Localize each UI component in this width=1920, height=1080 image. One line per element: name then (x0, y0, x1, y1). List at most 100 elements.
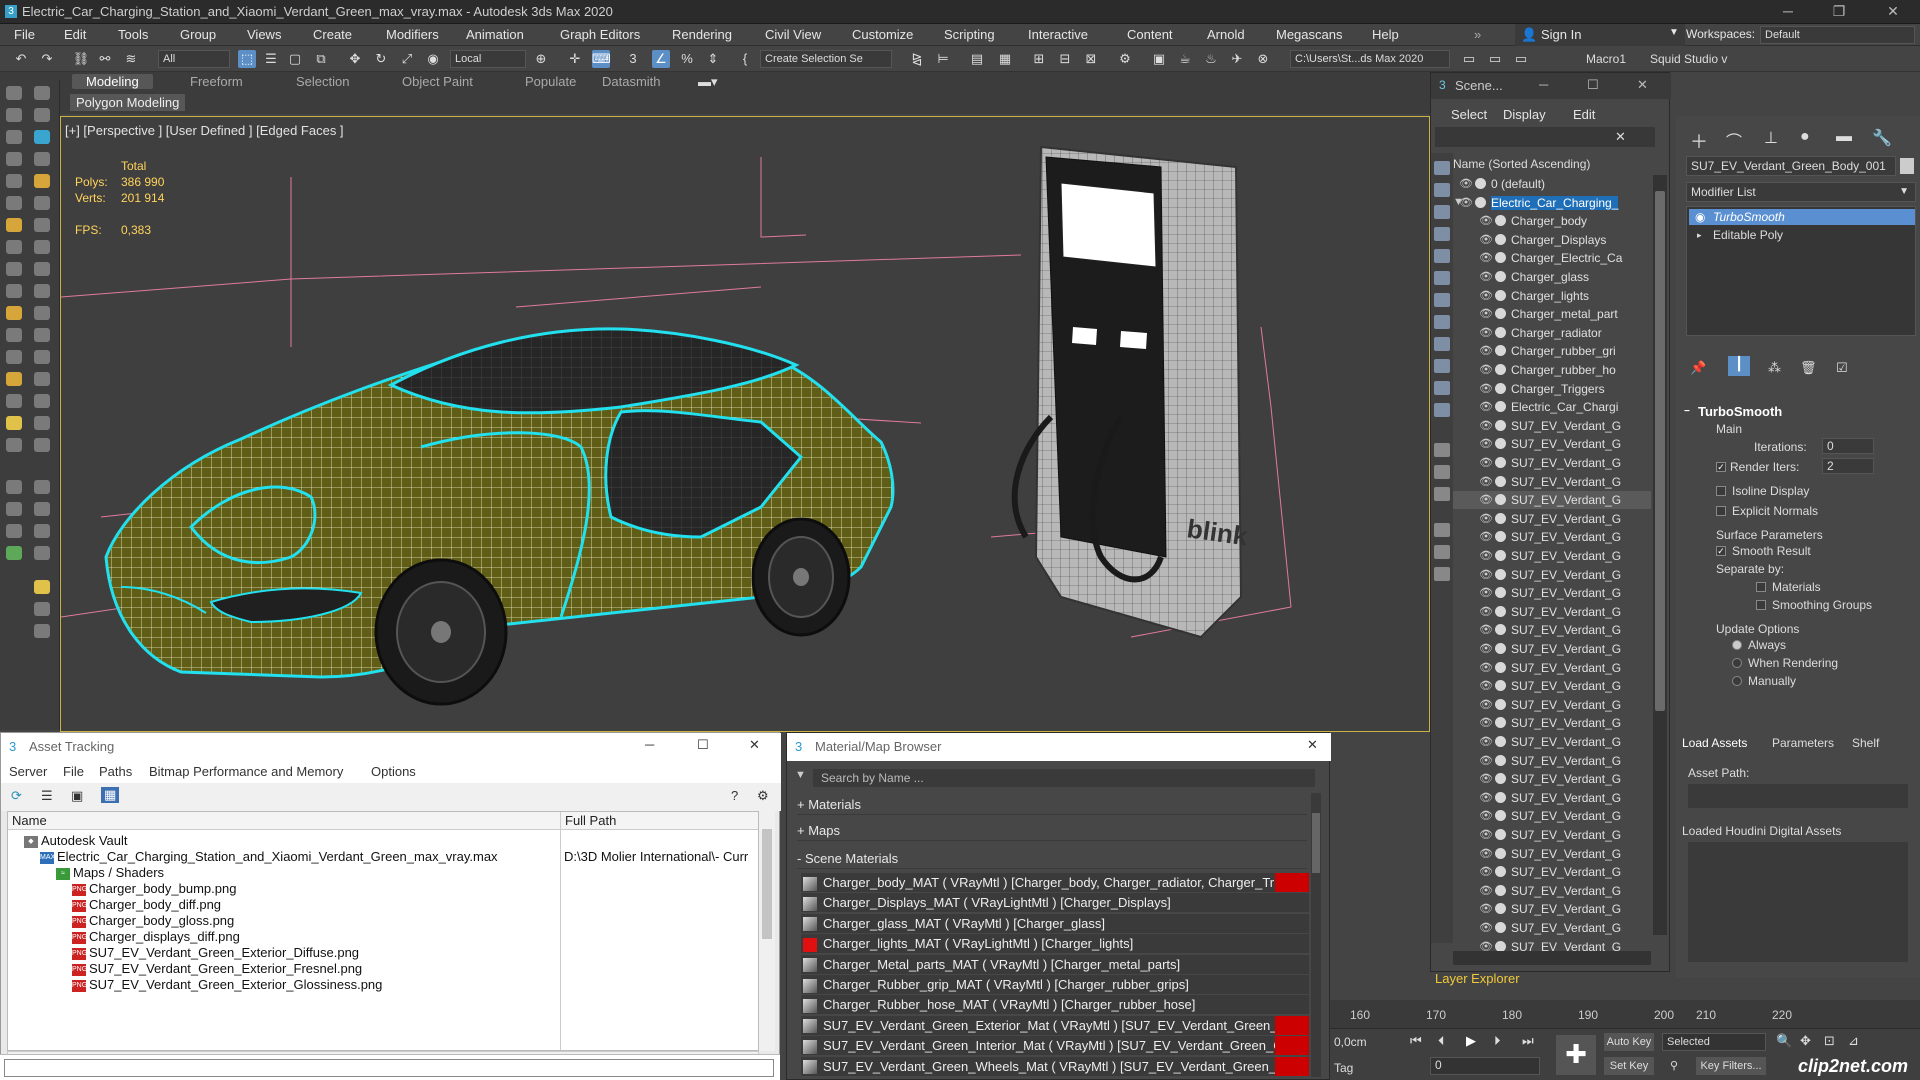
section-scene-materials[interactable]: - Scene Materials (797, 849, 1307, 869)
scene-object-row[interactable]: 👁 SU7_EV_Verdant_G (1453, 454, 1651, 472)
visibility-eye-icon[interactable]: 👁 (1479, 289, 1493, 302)
thumbnail-view-icon[interactable]: ▣ (71, 788, 83, 804)
restore-button[interactable]: ☐ (1587, 77, 1599, 93)
display-none-icon[interactable] (1434, 465, 1450, 479)
visibility-eye-icon[interactable]: 👁 (1479, 456, 1493, 469)
tag-label[interactable]: Tag (1334, 1061, 1353, 1075)
ribbon-tab-modeling[interactable]: Modeling (72, 74, 153, 89)
menu-views[interactable]: Views (247, 27, 281, 42)
tool-icon[interactable] (34, 174, 50, 188)
snap-3d-icon[interactable]: 3 (624, 50, 642, 68)
scale-icon[interactable]: ⤢ (398, 50, 416, 68)
project-path-dropdown[interactable]: C:\Users\St...ds Max 2020 (1290, 50, 1450, 68)
tool-icon[interactable] (34, 240, 50, 254)
selection-filter-dropdown[interactable]: All (158, 50, 230, 68)
scene-object-row[interactable]: 👁 Charger_lights (1453, 287, 1651, 305)
visibility-eye-icon[interactable]: 👁 (1479, 475, 1493, 488)
browser-options-icon[interactable]: ▼ (795, 769, 806, 781)
prev-frame-icon[interactable]: ⏴ (1438, 1033, 1445, 1049)
menu-interactive[interactable]: Interactive (1028, 27, 1088, 42)
display-all-icon[interactable] (1434, 443, 1450, 457)
filter-bones-icon[interactable] (1434, 337, 1450, 351)
scene-object-row[interactable]: 👁 SU7_EV_Verdant_G (1453, 733, 1651, 751)
ribbon-tab-object-paint[interactable]: Object Paint (402, 74, 473, 89)
tool-icon[interactable] (6, 394, 22, 408)
rotate-icon[interactable]: ↻ (372, 50, 390, 68)
scene-object-row[interactable]: 👁 Electric_Car_Chargi (1453, 398, 1651, 416)
visibility-eye-icon[interactable]: 👁 (1479, 437, 1493, 450)
mirror-icon[interactable]: ⧎ (908, 50, 926, 68)
material-row[interactable]: Charger_Metal_parts_MAT ( VRayMtl ) [Cha… (801, 954, 1309, 975)
ref-coord-dropdown[interactable]: Local (450, 50, 526, 68)
scene-object-row[interactable]: 👁 SU7_EV_Verdant_G (1453, 621, 1651, 639)
key-filters-button[interactable]: Key Filters... (1696, 1057, 1766, 1075)
visibility-eye-icon[interactable]: 👁 (1479, 772, 1493, 785)
tool-icon[interactable] (34, 284, 50, 298)
scene-object-row[interactable]: 👁 SU7_EV_Verdant_G (1453, 659, 1651, 677)
scene-object-row[interactable]: 👁 SU7_EV_Verdant_G (1453, 584, 1651, 602)
pivot-icon[interactable]: ⊕ (532, 50, 550, 68)
layer-explorer-label[interactable]: Layer Explorer (1435, 971, 1520, 986)
show-end-result-icon[interactable]: ┃ (1728, 356, 1750, 376)
visibility-eye-icon[interactable]: 👁 (1479, 865, 1493, 878)
column-header-full-path[interactable]: Full Path (560, 812, 758, 830)
zoom-extents-icon[interactable]: ⊡ (1824, 1033, 1835, 1049)
asset-vscrollbar[interactable] (759, 811, 775, 1051)
maxscript-listener-input[interactable] (0, 1054, 780, 1080)
scene-object-row[interactable]: 👁 Charger_rubber_ho (1453, 361, 1651, 379)
tab-shelf[interactable]: Shelf (1852, 736, 1879, 750)
column-header-name[interactable]: Name (8, 812, 560, 830)
spinner-snap-icon[interactable]: ⇕ (704, 50, 722, 68)
tool-icon[interactable] (34, 350, 50, 364)
table-view-icon[interactable]: ▦ (101, 787, 120, 803)
placement-icon[interactable]: ◉ (424, 50, 442, 68)
tab-parameters[interactable]: Parameters (1772, 736, 1834, 750)
scene-scrollbar[interactable] (1653, 175, 1667, 935)
utilities-tab-icon[interactable]: 🔧 (1872, 128, 1892, 148)
timeline-ruler-right[interactable]: 210 220 (1676, 1000, 1920, 1028)
move-icon[interactable]: ✥ (346, 50, 364, 68)
tool-icon[interactable] (34, 416, 50, 430)
isoline-display-checkbox[interactable] (1716, 486, 1726, 496)
orbit-icon[interactable]: ✥ (1800, 1033, 1811, 1049)
tool-icon[interactable] (6, 350, 22, 364)
window-crossing-icon[interactable]: ⧉ (312, 50, 330, 68)
tool-icon[interactable] (34, 502, 50, 516)
zoom-icon[interactable]: 🔍 (1776, 1033, 1792, 1049)
open-folder-icon[interactable]: ▭ (1486, 50, 1504, 68)
render-activeshade-icon[interactable]: ✈ (1228, 50, 1246, 68)
asset-menu-server[interactable]: Server (9, 764, 47, 779)
keyboard-shortcut-icon[interactable]: ⌨ (592, 50, 611, 68)
tool-icon[interactable] (34, 152, 50, 166)
tool-icon[interactable] (6, 546, 22, 560)
tool-icon[interactable] (34, 480, 50, 494)
visibility-eye-icon[interactable]: 👁 (1479, 735, 1493, 748)
material-row[interactable]: Charger_body_MAT ( VRayMtl ) [Charger_bo… (801, 873, 1309, 893)
tool-icon[interactable] (6, 284, 22, 298)
rect-selection-icon[interactable]: ▢ (286, 50, 304, 68)
charger-model[interactable]: blink (1011, 145, 1250, 639)
visibility-eye-icon[interactable]: 👁 (1479, 326, 1493, 339)
unlink-icon[interactable]: ⚯ (96, 50, 114, 68)
filter-xrefs-icon[interactable] (1434, 315, 1450, 329)
filter-funnel-icon[interactable] (1434, 523, 1450, 537)
scene-object-row[interactable]: 👁 0 (default) (1453, 175, 1651, 193)
stack-item-editable-poly[interactable]: ▸ Editable Poly (1689, 227, 1915, 243)
scene-object-row[interactable]: 👁 SU7_EV_Verdant_G (1453, 789, 1651, 807)
display-invert-icon[interactable] (1434, 487, 1450, 501)
visibility-eye-icon[interactable]: 👁 (1479, 344, 1493, 357)
schematic-view-icon[interactable]: ⊟ (1056, 50, 1074, 68)
visibility-eye-icon[interactable]: 👁 (1479, 307, 1493, 320)
squid-studio-label[interactable]: Squid Studio v (1650, 52, 1727, 66)
tool-icon[interactable] (6, 108, 22, 122)
tool-icon[interactable] (34, 218, 50, 232)
align-icon[interactable]: ⊨ (934, 50, 952, 68)
visibility-eye-icon[interactable]: 👁 (1479, 716, 1493, 729)
refresh-icon[interactable]: ⟳ (11, 788, 22, 804)
sign-in-dropdown[interactable]: 👤 Sign In ▼ (1515, 24, 1685, 46)
scene-object-row[interactable]: 👁 Charger_rubber_gri (1453, 342, 1651, 360)
material-row[interactable]: Charger_Displays_MAT ( VRayLightMtl ) [C… (801, 893, 1309, 914)
section-maps[interactable]: + Maps (797, 821, 1307, 841)
turbosmooth-rollout-title[interactable]: TurboSmooth (1698, 404, 1782, 419)
tool-icon[interactable] (6, 218, 22, 232)
